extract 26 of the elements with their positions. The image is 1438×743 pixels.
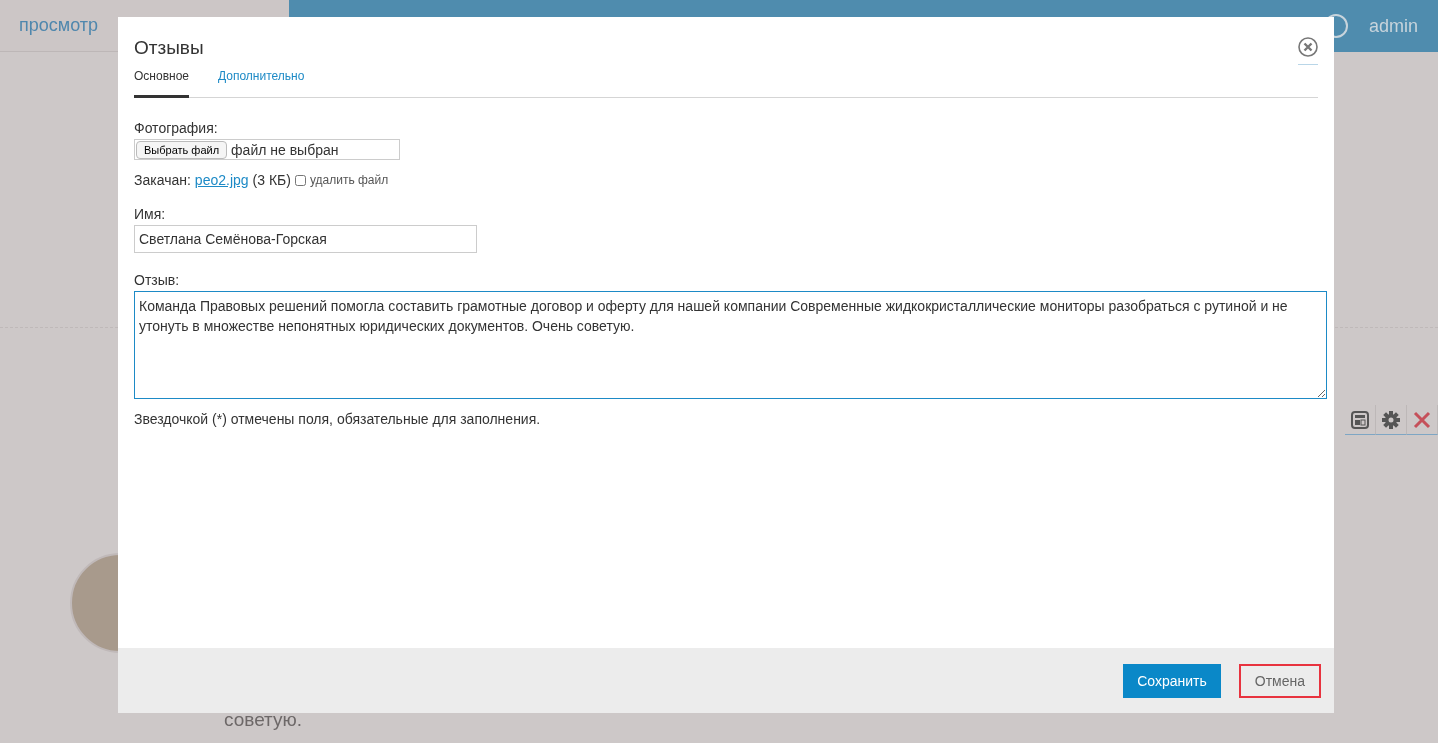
save-button[interactable]: Сохранить bbox=[1123, 663, 1221, 698]
field-label: Отзыв: bbox=[134, 272, 181, 288]
close-icon bbox=[1412, 409, 1432, 430]
choose-file-button[interactable]: Выбрать файл bbox=[136, 140, 228, 159]
checkbox-label: удалить файл bbox=[309, 173, 389, 187]
template-icon bbox=[1350, 409, 1370, 430]
uploaded-label: Закачан: bbox=[134, 172, 191, 188]
gear-icon bbox=[1381, 409, 1401, 430]
tab[interactable]: Основное bbox=[134, 69, 189, 98]
tab[interactable]: Дополнительно bbox=[218, 69, 305, 98]
delete-button[interactable] bbox=[1407, 405, 1438, 435]
review-field[interactable]: Команда Правовых решений помогла составить грамотные договор и оферту для нашей компании Современные жидкокристаллические мониторы разобраться с рутиной и не утонуть в множестве непонятных юридических документов. Очень советую. bbox=[134, 291, 1327, 399]
file-input[interactable]: Выбрать файл файл не выбран bbox=[134, 139, 400, 160]
field-label: Фотография: bbox=[134, 120, 219, 136]
close-button[interactable] bbox=[1298, 37, 1318, 65]
delete-checkbox[interactable] bbox=[294, 174, 306, 186]
name-field[interactable]: Светлана Семёнова-Горская bbox=[134, 225, 477, 253]
file-status: файл не выбран bbox=[231, 141, 339, 158]
dialog-title: Отзывы bbox=[134, 37, 204, 59]
required-note: Звездочкой (*) отмечены поля, обязательные для заполнения. bbox=[134, 411, 542, 427]
file-link[interactable]: peo2.jpg bbox=[194, 172, 249, 188]
review-text: советую. bbox=[224, 709, 304, 731]
cancel-button[interactable]: Отмена bbox=[1238, 663, 1321, 698]
settings-button[interactable] bbox=[1376, 405, 1407, 435]
file-size: (3 КБ) bbox=[252, 172, 291, 188]
field-label: Имя: bbox=[134, 206, 167, 222]
